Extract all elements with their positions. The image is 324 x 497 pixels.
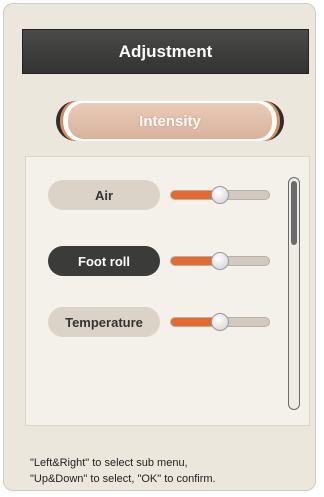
item-label: Air — [94, 187, 114, 203]
slider-knob[interactable] — [211, 313, 229, 331]
item-button-foot-roll[interactable]: Foot roll — [48, 246, 160, 276]
slider-foot-roll[interactable] — [170, 252, 270, 270]
item-button-temperature[interactable]: Temperature — [48, 307, 160, 337]
scrollbar[interactable] — [288, 177, 300, 410]
page-title-text: Adjustment — [118, 41, 213, 61]
item-button-air[interactable]: Air — [48, 180, 160, 210]
item-label: Foot roll — [78, 253, 130, 269]
tab-frame: Intensity — [56, 101, 284, 141]
scrollbar-thumb[interactable] — [291, 181, 297, 245]
tab-intensity-label: Intensity — [139, 112, 201, 130]
hint-text: "Left&Right" to select sub menu, "Up&Dow… — [30, 455, 320, 487]
adjustment-panel: Adjustment Intensity Air Foot roll Tempe… — [3, 3, 316, 491]
settings-list: Air Foot roll Temperature — [25, 156, 310, 426]
hint-line-1: "Left&Right" to select sub menu, — [30, 457, 188, 469]
slider-air[interactable] — [170, 186, 270, 204]
slider-knob[interactable] — [211, 252, 229, 270]
hint-line-2: "Up&Down" to select, "OK" to confirm. — [30, 473, 216, 485]
page-title: Adjustment — [22, 29, 309, 74]
item-label: Temperature — [65, 314, 143, 330]
slider-temperature[interactable] — [170, 313, 270, 331]
tab-intensity[interactable]: Intensity — [68, 103, 272, 139]
slider-knob[interactable] — [211, 186, 229, 204]
